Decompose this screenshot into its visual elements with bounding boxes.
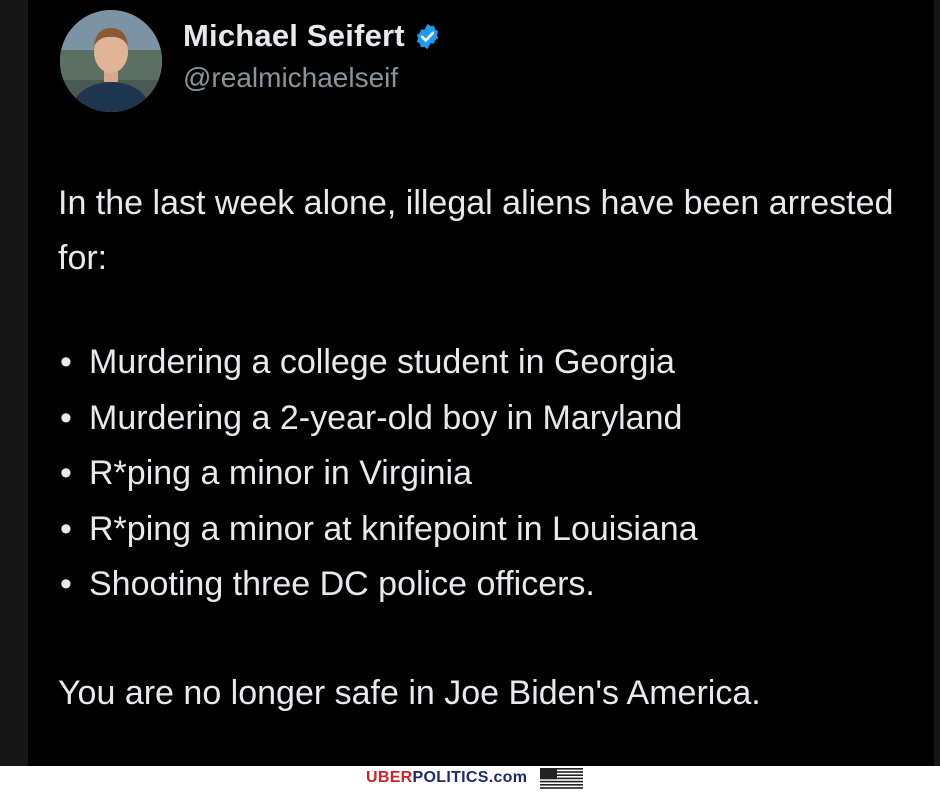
bullet-list: • Murdering a college student in Georgia …	[58, 335, 698, 613]
bullet-dot: •	[60, 398, 72, 437]
list-item: • R*ping a minor in Virginia	[58, 446, 698, 502]
tweet-card: Michael Seifert @realmichaelseif In the …	[28, 0, 934, 766]
user-handle[interactable]: @realmichaelseif	[183, 62, 398, 94]
bullet-dot: •	[60, 565, 72, 603]
list-item-text: Murdering a 2-year-old boy in Maryland	[89, 398, 683, 437]
bullet-dot: •	[60, 509, 72, 548]
watermark-footer: UBERPOLITICS.com	[0, 766, 940, 791]
brand-part-uber: UBER	[366, 769, 413, 786]
list-item-text: Murdering a college student in Georgia	[89, 343, 675, 381]
list-item: • Shooting three DC police officers.	[58, 557, 698, 613]
list-item: • Murdering a 2-year-old boy in Maryland	[58, 391, 698, 447]
brand-logo: UBERPOLITICS.com	[366, 769, 527, 787]
us-flag-icon	[540, 768, 583, 789]
brand-part-politics: POLITICS.com	[412, 769, 528, 786]
bullet-dot: •	[60, 343, 72, 381]
verified-badge-icon	[413, 22, 442, 51]
list-item-text: R*ping a minor at knifepoint in Louisian…	[89, 509, 698, 548]
avatar[interactable]	[60, 10, 162, 112]
display-name[interactable]: Michael Seifert	[183, 18, 405, 54]
tweet-intro: In the last week alone, illegal aliens h…	[58, 184, 894, 277]
author-row: Michael Seifert	[183, 18, 442, 54]
list-item: • R*ping a minor at knifepoint in Louisia…	[58, 502, 698, 558]
list-item-text: Shooting three DC police officers.	[89, 565, 595, 603]
tweet-closing: You are no longer safe in Joe Biden's Am…	[58, 674, 761, 712]
bullet-dot: •	[60, 454, 72, 492]
list-item-text: R*ping a minor in Virginia	[89, 454, 473, 492]
list-item: • Murdering a college student in Georgia	[58, 335, 698, 391]
screenshot-frame: Michael Seifert @realmichaelseif In the …	[0, 0, 940, 766]
